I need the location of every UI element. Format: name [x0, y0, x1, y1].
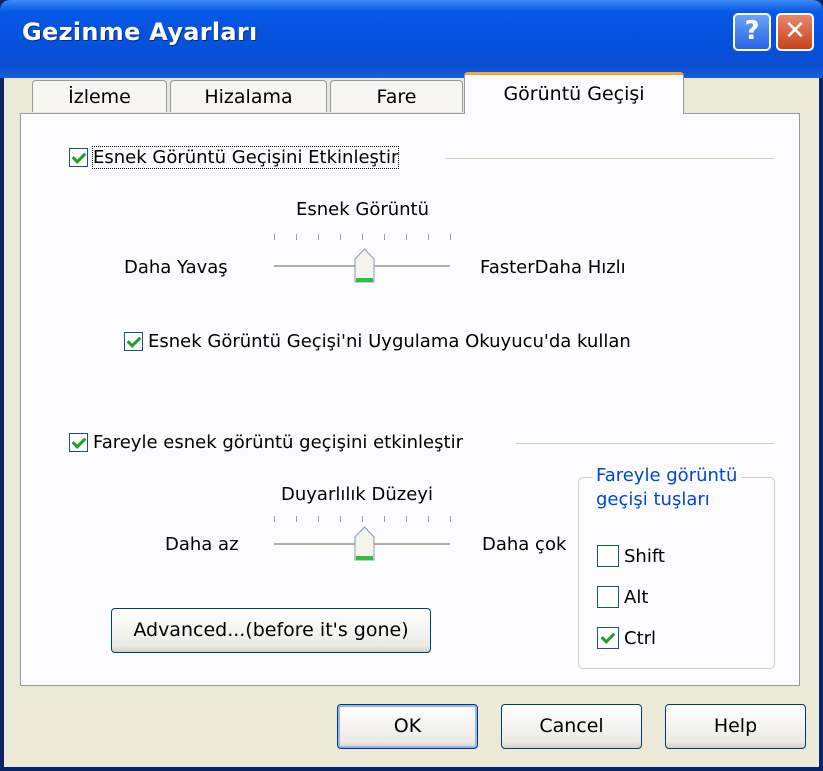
ok-button[interactable]: OK — [337, 704, 478, 749]
question-icon: ? — [744, 16, 760, 46]
tab-fare[interactable]: Fare — [330, 80, 463, 112]
ctrl-key-label: Ctrl — [624, 627, 657, 649]
close-icon: ✕ — [784, 16, 806, 46]
checkbox-box[interactable] — [597, 545, 619, 567]
mouse-scroll-label: Fareyle esnek görüntü geçişini etkinleşt… — [93, 432, 463, 453]
advanced-button[interactable]: Advanced...(before it's gone) — [111, 608, 431, 653]
sensitivity-slider-ticks — [274, 516, 451, 524]
checkmark-icon — [71, 434, 87, 449]
checkbox-box[interactable] — [69, 148, 88, 167]
tab-label: Görüntü Geçişi — [503, 83, 645, 105]
help-title-button[interactable]: ? — [733, 13, 771, 51]
close-button[interactable]: ✕ — [776, 13, 814, 51]
checkmark-icon — [600, 629, 616, 644]
tab-label: İzleme — [68, 86, 131, 108]
mouse-keys-group-title: Fareyle görüntü geçişi tuşları — [592, 464, 742, 512]
title-bar[interactable]: Gezinme Ayarları ? ✕ — [0, 0, 823, 78]
smooth-scroll-checkbox[interactable]: Esnek Görüntü Geçişini Etkinleştir — [69, 146, 400, 169]
smooth-slider-ticks — [274, 234, 451, 242]
section-divider — [446, 158, 774, 159]
sensitivity-slider-title: Duyarlılık Düzeyi — [281, 484, 433, 505]
group-title-line: Fareyle görüntü — [596, 465, 738, 486]
checkbox-box[interactable] — [69, 433, 88, 452]
checkmark-icon — [71, 149, 87, 164]
window-title: Gezinme Ayarları — [22, 18, 258, 46]
mouse-scroll-checkbox[interactable]: Fareyle esnek görüntü geçişini etkinleşt… — [69, 432, 463, 453]
smooth-slider-max-label: FasterDaha Hızlı — [480, 257, 626, 278]
sensitivity-slider-thumb[interactable] — [354, 526, 375, 562]
checkbox-box[interactable] — [597, 627, 619, 649]
dialog-window: Gezinme Ayarları ? ✕ İzleme Hizalama Far… — [0, 0, 823, 771]
smooth-scroll-label: Esnek Görüntü Geçişini Etkinleştir — [91, 146, 400, 169]
sensitivity-slider-max-label: Daha çok — [482, 534, 567, 555]
section-divider — [516, 443, 774, 444]
reader-checkbox[interactable]: Esnek Görüntü Geçişi'ni Uygulama Okuyucu… — [124, 331, 631, 352]
ctrl-key-checkbox[interactable]: Ctrl — [597, 627, 656, 649]
shift-key-label: Shift — [624, 545, 665, 567]
smooth-slider-title: Esnek Görüntü — [296, 199, 430, 220]
sensitivity-slider-min-label: Daha az — [165, 534, 239, 555]
help-button[interactable]: Help — [665, 704, 806, 749]
checkmark-icon — [126, 333, 142, 348]
cancel-button[interactable]: Cancel — [501, 704, 642, 749]
reader-label: Esnek Görüntü Geçişi'ni Uygulama Okuyucu… — [148, 331, 631, 352]
dialog-body: İzleme Hizalama Fare Görüntü Geçişi Esne… — [4, 72, 819, 767]
checkbox-box[interactable] — [124, 332, 143, 351]
shift-key-checkbox[interactable]: Shift — [597, 545, 665, 567]
tab-label: Hizalama — [204, 86, 293, 108]
group-title-line: geçişi tuşları — [596, 489, 710, 510]
smooth-slider-min-label: Daha Yavaş — [124, 257, 228, 278]
alt-key-label: Alt — [624, 586, 649, 608]
alt-key-checkbox[interactable]: Alt — [597, 586, 648, 608]
tab-izleme[interactable]: İzleme — [32, 80, 167, 112]
tab-hizalama[interactable]: Hizalama — [170, 80, 327, 112]
tab-goruntu-gecisi[interactable]: Görüntü Geçişi — [464, 72, 684, 114]
tab-panel: Esnek Görüntü Geçişini Etkinleştir Esnek… — [20, 113, 800, 686]
tab-label: Fare — [376, 86, 417, 108]
smooth-slider-thumb[interactable] — [354, 248, 375, 284]
checkbox-box[interactable] — [597, 586, 619, 608]
